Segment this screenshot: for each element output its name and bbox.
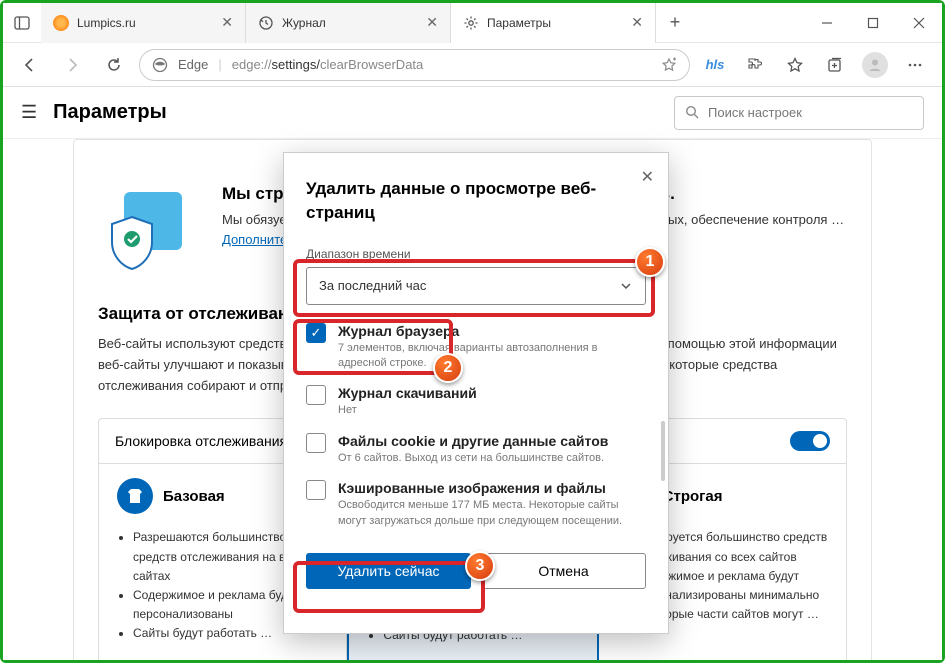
checkbox[interactable]: [306, 385, 326, 405]
address-bar[interactable]: Edge | edge://settings/clearBrowserData: [139, 49, 690, 81]
back-button[interactable]: [13, 48, 47, 82]
checkbox[interactable]: [306, 433, 326, 453]
dropdown-value: За последний час: [319, 278, 426, 293]
shirt-icon: [117, 478, 153, 514]
tab-actions-button[interactable]: [3, 3, 41, 43]
toolbar-actions: hls: [698, 48, 932, 82]
data-types-list: ✓ Журнал браузера 7 элементов, включая в…: [306, 323, 646, 529]
cancel-button[interactable]: Отмена: [481, 553, 646, 589]
tabs: Lumpics.ru ✕ Журнал ✕ Параметры ✕ +: [41, 3, 804, 43]
toolbar: Edge | edge://settings/clearBrowserData …: [3, 43, 942, 87]
separator: |: [218, 57, 221, 72]
tracking-toggle-label: Блокировка отслеживания: [115, 433, 287, 449]
tab-label: Параметры: [487, 16, 551, 30]
clear-now-button[interactable]: Удалить сейчас: [306, 553, 471, 589]
mode-name: Базовая: [163, 488, 225, 505]
close-icon[interactable]: ✕: [221, 14, 233, 31]
callout-2: 2: [433, 353, 463, 383]
new-tab-button[interactable]: +: [656, 3, 694, 43]
addr-browser: Edge: [178, 57, 208, 72]
extensions-icon[interactable]: [738, 48, 772, 82]
refresh-button[interactable]: [97, 48, 131, 82]
privacy-illustration: [98, 184, 198, 274]
maximize-button[interactable]: [850, 3, 896, 43]
tab-settings[interactable]: Параметры ✕: [451, 3, 656, 43]
tab-history[interactable]: Журнал ✕: [246, 3, 451, 43]
favorite-icon[interactable]: [661, 57, 677, 73]
favicon-lumpics: [53, 15, 69, 31]
checkbox[interactable]: [306, 480, 326, 500]
avatar: [862, 52, 888, 78]
time-range-label: Диапазон времени: [306, 247, 646, 261]
addr-url: edge://settings/clearBrowserData: [232, 57, 424, 72]
checkbox-checked[interactable]: ✓: [306, 323, 326, 343]
tab-label: Журнал: [282, 16, 326, 30]
settings-header: ☰ Параметры Поиск настроек: [3, 87, 942, 139]
page-title: Параметры: [53, 101, 167, 124]
item-cookies[interactable]: Файлы cookie и другие данные сайтов От 6…: [306, 433, 646, 466]
item-title: Кэшированные изображения и файлы: [338, 480, 646, 496]
profile-button[interactable]: [858, 48, 892, 82]
item-desc: От 6 сайтов. Выход из сети на большинств…: [338, 451, 646, 466]
dialog-title: Удалить данные о просмотре веб-страниц: [306, 177, 646, 225]
close-icon[interactable]: ✕: [426, 14, 438, 31]
item-title: Журнал браузера: [338, 323, 646, 339]
item-desc: Освободится меньше 177 МБ места. Некотор…: [338, 498, 646, 529]
search-input[interactable]: Поиск настроек: [674, 96, 924, 130]
window-controls: [804, 3, 942, 43]
search-placeholder: Поиск настроек: [708, 105, 802, 120]
scrollbar[interactable]: [661, 421, 665, 481]
time-range-dropdown[interactable]: За последний час: [306, 267, 646, 305]
menu-icon[interactable]: ☰: [21, 102, 37, 123]
search-icon: [685, 105, 700, 120]
history-icon: [258, 15, 274, 31]
minimize-button[interactable]: [804, 3, 850, 43]
tab-lumpics[interactable]: Lumpics.ru ✕: [41, 3, 246, 43]
edge-icon: [152, 57, 168, 73]
item-cache[interactable]: Кэшированные изображения и файлы Освобод…: [306, 480, 646, 529]
mode-name: Строгая: [663, 488, 723, 505]
item-desc: Нет: [338, 403, 646, 418]
collections-icon[interactable]: [818, 48, 852, 82]
item-desc: 7 элементов, включая варианты автозаполн…: [338, 341, 646, 372]
close-button[interactable]: [896, 3, 942, 43]
callout-1: 1: [635, 247, 665, 277]
forward-button[interactable]: [55, 48, 89, 82]
item-title: Журнал скачиваний: [338, 385, 646, 401]
chevron-down-icon: [619, 279, 633, 293]
close-icon[interactable]: ✕: [631, 14, 643, 31]
tab-label: Lumpics.ru: [77, 16, 136, 30]
hls-extension-icon[interactable]: hls: [698, 48, 732, 82]
gear-icon: [463, 15, 479, 31]
more-button[interactable]: [898, 48, 932, 82]
item-history[interactable]: ✓ Журнал браузера 7 элементов, включая в…: [306, 323, 646, 372]
close-icon[interactable]: ✕: [641, 167, 654, 187]
item-downloads[interactable]: Журнал скачиваний Нет: [306, 385, 646, 418]
titlebar: Lumpics.ru ✕ Журнал ✕ Параметры ✕ +: [3, 3, 942, 43]
callout-3: 3: [465, 551, 495, 581]
item-title: Файлы cookie и другие данные сайтов: [338, 433, 646, 449]
favorites-icon[interactable]: [778, 48, 812, 82]
tracking-toggle[interactable]: [790, 431, 830, 451]
